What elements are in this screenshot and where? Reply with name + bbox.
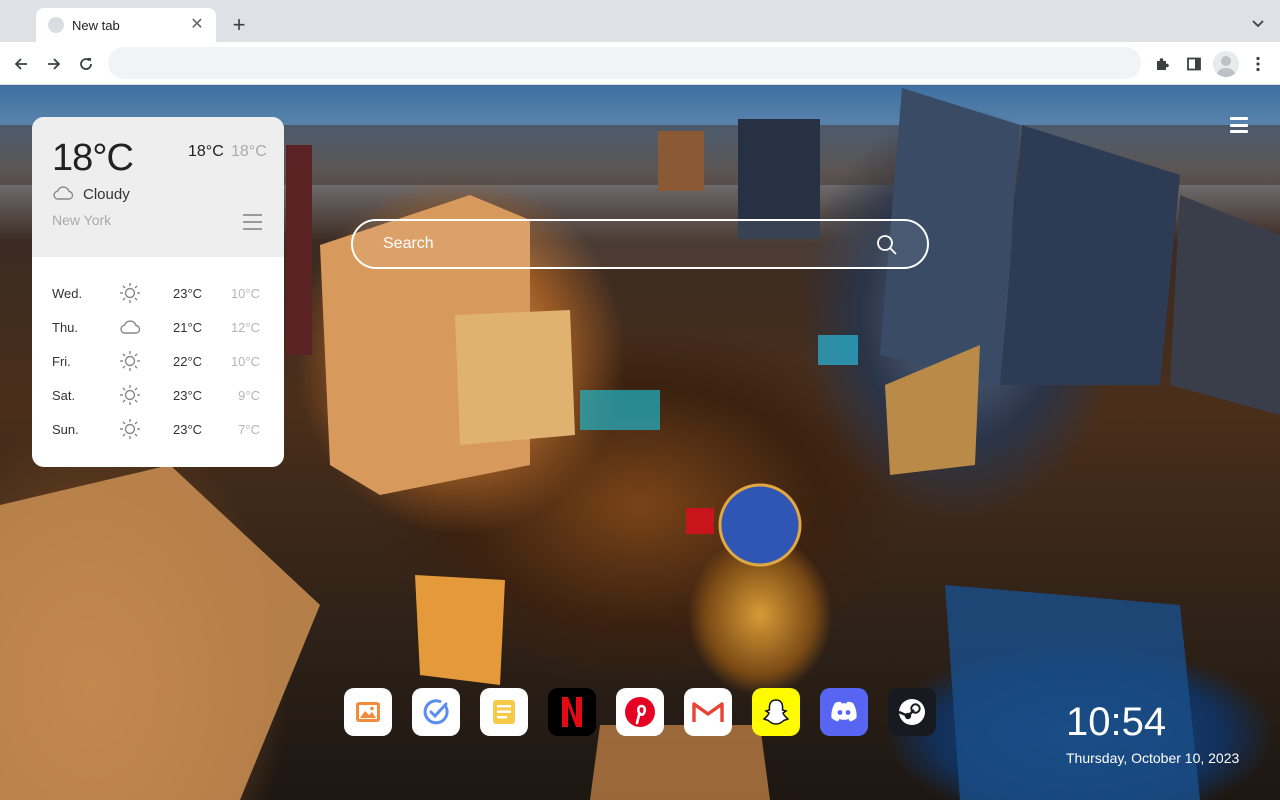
clock-date: Thursday, October 10, 2023 xyxy=(1066,750,1240,766)
search-input[interactable] xyxy=(353,221,927,267)
weather-widget: 18°C 18°C 18°C Cloudy New York Wed. 23°C… xyxy=(32,117,284,467)
search-box[interactable] xyxy=(351,219,929,269)
cloud-icon xyxy=(53,186,74,200)
check-icon xyxy=(423,699,449,725)
browser-toolbar xyxy=(0,42,1280,85)
back-button[interactable] xyxy=(8,51,34,77)
shortcut-gmail[interactable] xyxy=(684,688,732,736)
chevron-down-icon xyxy=(1252,20,1264,28)
sun-icon xyxy=(120,385,140,405)
forecast-row: Fri. 22°C 10°C xyxy=(32,345,284,379)
arrow-left-icon xyxy=(14,58,27,70)
puzzle-icon xyxy=(1157,58,1169,70)
shortcut-pinterest[interactable] xyxy=(616,688,664,736)
forecast-row: Thu. 21°C 12°C xyxy=(32,311,284,345)
sun-icon xyxy=(120,351,140,371)
forecast-low: 10°C xyxy=(230,354,260,369)
tab-favicon-icon xyxy=(48,17,64,33)
shortcut-tasks[interactable] xyxy=(412,688,460,736)
pinterest-icon xyxy=(625,697,655,727)
side-panel-icon xyxy=(1187,57,1201,71)
snapchat-icon xyxy=(762,699,790,725)
browser-menu-button[interactable] xyxy=(1245,51,1271,77)
forecast-row: Wed. 23°C 10°C xyxy=(32,277,284,311)
new-tab-button[interactable]: + xyxy=(227,12,251,37)
shortcut-netflix[interactable] xyxy=(548,688,596,736)
forecast-list: Wed. 23°C 10°C Thu. 21°C 12°C Fri. 22°C … xyxy=(32,277,284,447)
forecast-low: 10°C xyxy=(230,286,260,301)
forecast-high: 21°C xyxy=(173,320,203,335)
forecast-low: 12°C xyxy=(230,320,260,335)
shortcut-discord[interactable] xyxy=(820,688,868,736)
search-icon[interactable] xyxy=(876,234,898,256)
photo-icon xyxy=(356,702,380,722)
shortcut-photos[interactable] xyxy=(344,688,392,736)
forecast-row: Sun. 23°C 7°C xyxy=(32,413,284,447)
forecast-high: 22°C xyxy=(173,354,203,369)
menu-icon xyxy=(1230,117,1248,120)
current-temperature: 18°C xyxy=(52,137,134,179)
shortcut-steam[interactable] xyxy=(888,688,936,736)
shortcut-notes[interactable] xyxy=(480,688,528,736)
sun-icon xyxy=(120,419,140,439)
forecast-low: 7°C xyxy=(238,422,260,437)
gmail-icon xyxy=(692,702,724,723)
forward-button[interactable] xyxy=(41,51,67,77)
tab-strip: New tab ✕ + xyxy=(0,0,1280,42)
steam-icon xyxy=(898,699,925,725)
forecast-row: Sat. 23°C 9°C xyxy=(32,379,284,413)
forecast-high: 23°C xyxy=(173,286,203,301)
weather-city: New York xyxy=(52,212,112,228)
forecast-high: 23°C xyxy=(173,388,203,403)
forecast-day: Wed. xyxy=(52,286,83,301)
page-menu-button[interactable] xyxy=(1228,115,1250,135)
tab-new-tab[interactable]: New tab ✕ xyxy=(36,8,216,42)
weather-current: 18°C 18°C 18°C Cloudy New York xyxy=(32,117,284,257)
weather-condition: Cloudy xyxy=(83,186,130,203)
reload-icon xyxy=(80,58,92,70)
address-input[interactable] xyxy=(108,47,1141,79)
person-icon xyxy=(1216,56,1236,77)
profile-avatar[interactable] xyxy=(1213,51,1239,77)
tab-search-button[interactable] xyxy=(1248,14,1268,34)
new-tab-page: 18°C 18°C 18°C Cloudy New York Wed. 23°C… xyxy=(0,85,1280,800)
today-high: 18°C xyxy=(188,143,224,160)
forecast-day: Sat. xyxy=(52,388,76,403)
shortcut-dock xyxy=(344,688,936,736)
reload-button[interactable] xyxy=(73,51,99,77)
tab-title: New tab xyxy=(72,17,120,33)
sun-icon xyxy=(120,283,140,303)
extensions-button[interactable] xyxy=(1149,51,1175,77)
forecast-low: 9°C xyxy=(238,388,260,403)
more-vertical-icon xyxy=(1256,56,1260,72)
clock-time: 10:54 xyxy=(1066,700,1167,744)
side-panel-button[interactable] xyxy=(1181,51,1207,77)
arrow-right-icon xyxy=(48,58,61,70)
weather-menu-button[interactable] xyxy=(243,214,262,230)
today-low: 18°C xyxy=(231,143,267,160)
netflix-icon xyxy=(562,697,582,727)
shortcut-snapchat[interactable] xyxy=(752,688,800,736)
discord-icon xyxy=(831,701,857,722)
forecast-day: Fri. xyxy=(52,354,71,369)
address-bar[interactable] xyxy=(108,47,1141,79)
close-tab-button[interactable]: ✕ xyxy=(188,16,206,34)
notes-icon xyxy=(493,700,515,724)
forecast-day: Thu. xyxy=(52,320,79,335)
cloud-icon xyxy=(120,320,141,334)
forecast-high: 23°C xyxy=(173,422,203,437)
forecast-day: Sun. xyxy=(52,422,79,437)
